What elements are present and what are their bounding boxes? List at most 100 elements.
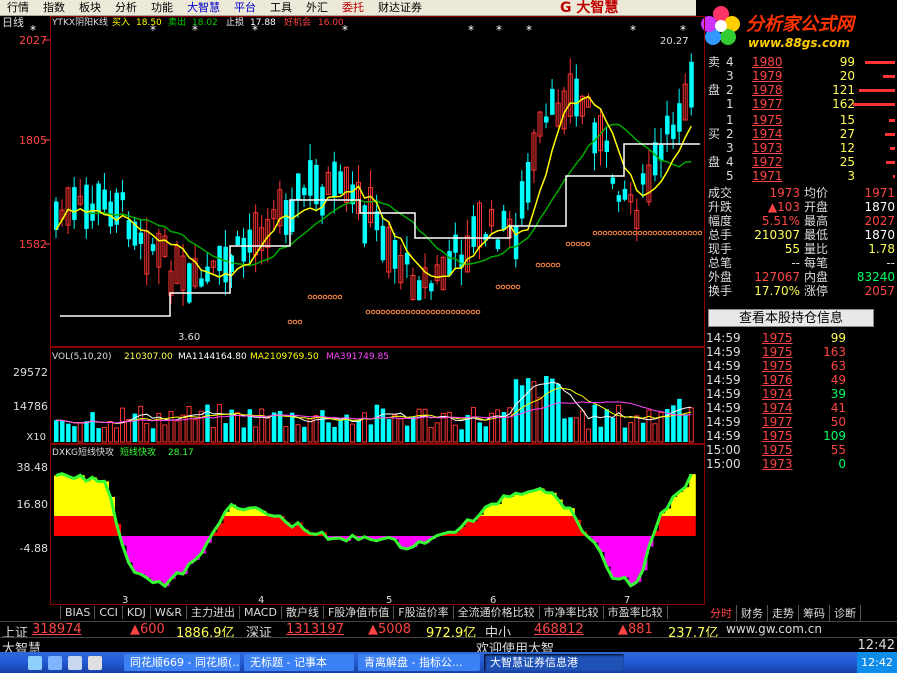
buy-price: 1973 [752,141,783,155]
indicator-tab[interactable]: MACD [240,606,282,619]
support-dot [322,294,328,300]
support-dot [607,230,613,236]
right-tab[interactable]: 分时 [706,604,737,621]
volume-bar [495,409,501,443]
tick-price: 1975 [762,443,793,457]
support-dot [602,230,608,236]
indicator-fill-red [471,521,478,536]
menu-item-6[interactable]: 平台 [227,0,263,16]
volume-bar [180,414,186,443]
volume-bar [579,410,585,443]
indicator-tab[interactable]: W&R [151,606,187,619]
kline-chart[interactable]: 日线 YTKX阴阳K线 买入 18.50 卖出 18.02 止损 17.88 好机会 16.002… [0,16,706,605]
volume-bar [216,404,222,443]
indicator-tab[interactable]: 全流通价格比较 [454,606,540,619]
task-dzh[interactable]: 大智慧证券信息港 [484,654,624,671]
buy-row: 1 1975 15 [706,113,897,127]
stat-value: 210307 [754,228,800,242]
right-tab[interactable]: 走势 [768,604,799,621]
indicator-tab[interactable]: 散户线 [282,606,324,619]
candle-body [72,187,77,220]
candle-body [374,211,380,231]
menu-item-3[interactable]: 分析 [108,0,144,16]
menu-item-1[interactable]: 指数 [36,0,72,16]
support-dot [585,241,591,247]
menu-item-5[interactable]: 大智慧 [180,0,227,16]
buy-price: 1971 [752,169,783,183]
task-notepad[interactable]: 无标题 - 记事本 [244,654,354,671]
stop-label: 止损 [226,16,244,28]
media-icon[interactable] [88,655,102,670]
indicator-tab[interactable]: 主力进出 [187,606,240,619]
tick-volume: 55 [830,443,846,457]
site-link[interactable]: www.gw.com.cn [726,622,822,636]
right-tab[interactable]: 诊断 [830,604,861,621]
support-dot [370,309,376,315]
marker-star: * [680,23,686,37]
volume-bar [295,424,301,443]
sell-label: 卖出 [168,16,186,28]
candle-body [501,210,507,230]
volume-bar [241,427,247,442]
indicator-fill-red [289,527,297,536]
indicator-fill-red [265,516,273,536]
indicator-tab[interactable]: BIAS [60,606,96,619]
desktop-icon[interactable] [68,655,82,670]
menu-item-2[interactable]: 板块 [72,0,108,16]
indicator-fill-red [102,516,109,536]
candle-body [471,216,476,247]
volume-bar [247,409,253,442]
vol-axis-label: 14786 [13,400,48,413]
menu-item-7[interactable]: 工具 [263,0,299,16]
indicator-fill-magenta [610,536,618,579]
volume-bar [622,427,628,442]
volume-bar [470,407,476,443]
stat-label: 总笔 [708,256,733,270]
sell-price: 1977 [752,97,783,111]
task-jiepan[interactable]: 青离解盘 - 指标公... [358,654,480,671]
support-dot [687,230,693,236]
marker-star: * [252,23,258,37]
ie-icon[interactable] [48,655,62,670]
indicator-tab[interactable]: F股溢价率 [394,606,454,619]
main-pane-frame [50,16,705,347]
menu-item-4[interactable]: 功能 [144,0,180,16]
stat-value: -- [886,256,895,270]
menu-item-9[interactable]: 委托 [335,0,371,16]
indicator-fill-red [84,516,91,536]
indicator-fill-red [683,516,690,536]
right-tab[interactable]: 筹码 [799,604,830,621]
indicator-fill-magenta [162,536,170,587]
indicator-fill-red [513,516,521,536]
indicator-tab[interactable]: 市净率比较 [540,606,604,619]
candle-body [362,205,368,244]
menu-item-10[interactable]: 财达证券 [371,0,429,16]
tick-volume: 39 [830,387,846,401]
right-tab[interactable]: 财务 [737,604,768,621]
buy-price: 1972 [752,155,783,169]
start-icon[interactable] [28,655,42,670]
holdings-button[interactable]: 查看本股持仓信息 [708,309,874,327]
indicator-tab[interactable]: CCI [95,606,123,619]
support-dot [550,262,556,268]
task-tonghuashun[interactable]: 同花顺669 - 同花顺(... [124,654,240,671]
menu-item-8[interactable]: 外汇 [299,0,335,16]
tick-price: 1977 [762,415,793,429]
volume-bar [368,424,374,442]
support-dot [287,319,293,325]
volume-bar [338,419,343,442]
candle-body [308,160,313,196]
ind-line-value: 28.17 [168,448,194,458]
indicator-tab[interactable]: KDJ [123,606,151,619]
indicator-tab[interactable]: 市盈率比较 [604,606,668,619]
candle-body [138,232,144,244]
support-dot [445,309,451,315]
indicator-tab[interactable]: F股净值市值 [324,606,395,619]
menu-item-0[interactable]: 行情 [0,0,36,16]
indicator-fill-red [96,516,103,536]
stat-value: 1.78 [868,242,895,256]
indicator-fill-red [253,516,261,536]
candle-body [550,88,555,115]
volume-bar [72,426,77,442]
candle-body [604,140,610,152]
